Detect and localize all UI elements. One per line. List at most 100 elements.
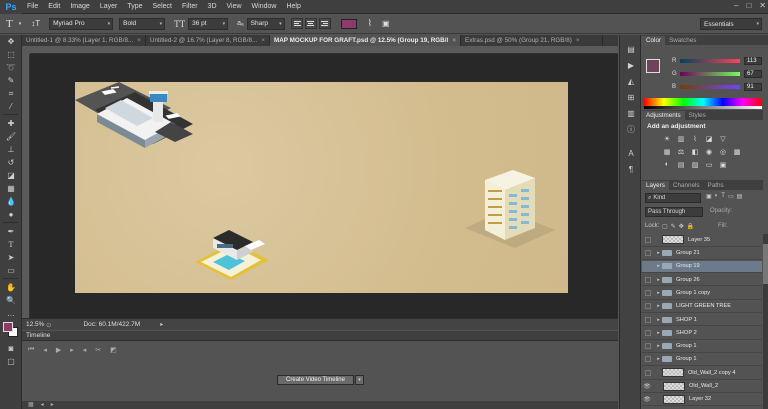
history-brush-tool-icon[interactable]: ↺ <box>0 156 22 169</box>
menu-item-layer[interactable]: Layer <box>95 3 123 10</box>
quick-select-tool-icon[interactable]: ✎ <box>0 74 22 87</box>
history-panel-icon[interactable]: ▤ <box>620 41 642 57</box>
quick-mask-icon[interactable]: ◙ <box>0 342 22 355</box>
layer-row[interactable]: Old_Wall_2 copy 4 <box>642 367 762 380</box>
foreground-color-swatch[interactable] <box>3 322 13 332</box>
healing-brush-tool-icon[interactable]: ✚ <box>0 117 22 130</box>
menu-item-select[interactable]: Select <box>148 3 177 10</box>
expand-arrow-icon[interactable]: ▸ <box>655 263 662 269</box>
blue-slider[interactable]: B 91 <box>672 82 762 92</box>
expand-arrow-icon[interactable]: ▸ <box>655 303 662 309</box>
gradient-tool-icon[interactable]: ▦ <box>0 182 22 195</box>
dodge-tool-icon[interactable]: ● <box>0 208 22 221</box>
align-center-button[interactable] <box>304 18 317 29</box>
transition-icon[interactable]: ◩ <box>110 346 117 354</box>
document-tab[interactable]: Untitled-1 @ 8.33% (Layer 1, RGB/8... × <box>22 35 146 46</box>
expand-arrow-icon[interactable]: ▸ <box>655 317 662 323</box>
blue-track[interactable] <box>680 85 740 89</box>
clone-stamp-tool-icon[interactable]: ⊥ <box>0 143 22 156</box>
document-tab[interactable]: Untitled-2 @ 16.7% (Layer 8, RGB/8... × <box>146 35 270 46</box>
menu-item-file[interactable]: File <box>22 3 43 10</box>
red-slider[interactable]: R 113 <box>672 56 762 66</box>
visibility-toggle[interactable] <box>645 329 651 336</box>
hue-saturation-icon[interactable]: ▦ <box>662 147 672 156</box>
paragraph-panel-icon[interactable]: ¶ <box>620 161 642 177</box>
first-frame-icon[interactable]: ⏮ <box>28 346 34 354</box>
layer-row[interactable]: ▸ Group 1 <box>642 354 762 367</box>
character-panel-icon[interactable]: ▣ <box>379 19 393 28</box>
tower-illustration[interactable] <box>465 170 555 248</box>
shape-tool-icon[interactable]: ▭ <box>0 264 22 277</box>
green-track[interactable] <box>680 72 740 76</box>
menu-item-type[interactable]: Type <box>122 3 147 10</box>
grayscale-ramp[interactable] <box>644 106 762 109</box>
layer-row[interactable]: ▸ Group 1 <box>642 340 762 353</box>
maximize-button[interactable]: □ <box>746 1 751 10</box>
crop-tool-icon[interactable]: ⌗ <box>0 87 22 100</box>
convert-frames-icon[interactable]: ▦ <box>28 401 34 409</box>
pixel-filter-icon[interactable]: ▣ <box>706 193 712 200</box>
layer-row[interactable]: Layer 35 <box>642 234 762 247</box>
poolhouse-illustration[interactable] <box>195 230 275 286</box>
color-lookup-icon[interactable]: ▩ <box>732 147 742 156</box>
expand-arrow-icon[interactable]: ▸ <box>655 277 662 283</box>
layer-row[interactable]: ▸ LIGHT GREEN TREE <box>642 301 762 314</box>
green-slider[interactable]: G 67 <box>672 69 762 79</box>
expand-arrow-icon[interactable]: ▸ <box>655 343 662 349</box>
layer-row[interactable]: ▸ Group 19 <box>642 260 762 274</box>
menu-item-3d[interactable]: 3D <box>203 3 222 10</box>
move-tool-icon[interactable]: ✥ <box>0 35 22 48</box>
tab-color[interactable]: Color <box>642 36 666 45</box>
warp-text-icon[interactable]: ⌇ <box>365 18 375 29</box>
visibility-toggle[interactable] <box>645 276 651 283</box>
zoom-in-icon[interactable]: ▸ <box>51 401 54 409</box>
timeline-title[interactable]: Timeline <box>26 332 50 339</box>
eye-icon[interactable]: 👁 <box>642 396 652 403</box>
document-canvas[interactable] <box>75 82 568 293</box>
next-frame-icon[interactable]: ▸ <box>70 346 74 354</box>
path-select-tool-icon[interactable]: ➤ <box>0 251 22 264</box>
tool-preset-dropdown-icon[interactable]: ▾ <box>16 21 25 27</box>
audio-icon[interactable]: ◂ <box>83 346 87 354</box>
lock-icons[interactable]: ▢✎✥🔒 <box>662 223 697 230</box>
menu-item-help[interactable]: Help <box>281 3 305 10</box>
minimize-button[interactable]: – <box>734 1 738 10</box>
align-right-button[interactable] <box>318 18 331 29</box>
pen-tool-icon[interactable]: ✒ <box>0 225 22 238</box>
expand-arrow-icon[interactable]: ▸ <box>655 330 662 336</box>
gradient-map-icon[interactable]: ▭ <box>704 160 714 169</box>
type-tool-icon[interactable]: T <box>0 238 22 251</box>
tab-adjustments[interactable]: Adjustments <box>642 111 685 120</box>
black-white-icon[interactable]: ◧ <box>690 147 700 156</box>
font-family-select[interactable]: Myriad Pro ▾ <box>49 17 114 30</box>
more-tools-icon[interactable]: … <box>0 307 22 320</box>
layer-filter-select[interactable]: ⌕ Kind <box>645 193 701 203</box>
posterize-icon[interactable]: ▤ <box>676 160 686 169</box>
screen-mode-icon[interactable]: ▢ <box>0 355 22 368</box>
orientation-toggle-icon[interactable]: ↕T <box>28 19 43 28</box>
close-tab-icon[interactable]: × <box>261 37 265 44</box>
layer-row[interactable]: ▸ SHOP 1 <box>642 314 762 327</box>
create-video-timeline-button[interactable]: Create Video Timeline <box>277 375 354 385</box>
layer-row[interactable]: ▸ Group 26 <box>642 274 762 287</box>
visibility-toggle[interactable] <box>645 263 651 270</box>
marquee-tool-icon[interactable]: ⬚ <box>0 48 22 61</box>
close-tab-icon[interactable]: × <box>452 37 456 44</box>
type-tool-icon[interactable]: T <box>0 18 16 30</box>
visibility-toggle[interactable] <box>645 343 651 350</box>
shape-filter-icon[interactable]: ▭ <box>728 193 734 200</box>
menu-item-edit[interactable]: Edit <box>43 3 65 10</box>
vibrance-icon[interactable]: ▽ <box>718 134 728 143</box>
menu-item-filter[interactable]: Filter <box>177 3 203 10</box>
text-color-swatch[interactable] <box>340 18 357 29</box>
play-icon[interactable]: ▶ <box>56 346 61 354</box>
invert-icon[interactable]: ◐ <box>662 160 672 169</box>
menu-item-window[interactable]: Window <box>247 3 282 10</box>
expand-arrow-icon[interactable]: ▸ <box>655 250 662 256</box>
tab-paths[interactable]: Paths <box>704 181 728 190</box>
airport-illustration[interactable] <box>75 82 199 158</box>
zoom-level[interactable]: 12.5% <box>22 321 46 328</box>
layer-row[interactable]: ▸ SHOP 2 <box>642 327 762 340</box>
actions-panel-icon[interactable]: ▶ <box>620 57 642 73</box>
document-tab[interactable]: MAP MOCKUP FOR GRAFT.psd @ 12.5% (Group … <box>270 35 461 46</box>
